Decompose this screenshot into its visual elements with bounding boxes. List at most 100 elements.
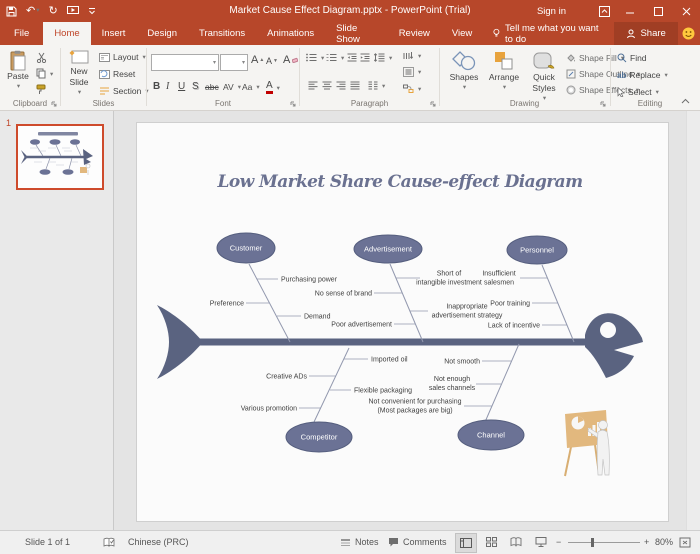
font-color-button[interactable]: A bbox=[266, 81, 280, 94]
slide-counter[interactable]: Slide 1 of 1 bbox=[25, 531, 70, 553]
cause-label[interactable]: Flexible packaging bbox=[354, 388, 412, 395]
normal-view-button[interactable] bbox=[455, 533, 477, 553]
align-text-icon[interactable] bbox=[403, 67, 421, 77]
justify-icon[interactable] bbox=[350, 81, 360, 90]
drawing-dialog-launcher-icon[interactable] bbox=[600, 101, 606, 107]
maximize-button[interactable] bbox=[644, 0, 672, 22]
redo-icon[interactable]: ↻ bbox=[48, 6, 57, 17]
save-icon[interactable] bbox=[6, 6, 17, 17]
select-button[interactable]: Select bbox=[617, 87, 659, 97]
text-direction-icon[interactable] bbox=[403, 51, 421, 61]
fish-tail[interactable] bbox=[157, 305, 203, 379]
cause-label[interactable]: Not enough bbox=[434, 376, 470, 383]
arrange-button[interactable]: Arrange bbox=[486, 50, 522, 91]
cause-label[interactable]: intangible investment bbox=[416, 280, 482, 287]
minimize-button[interactable] bbox=[616, 0, 644, 22]
zoom-out-button[interactable]: − bbox=[556, 531, 561, 553]
diagram-title[interactable]: Low Market Share Cause-effect Diagram bbox=[217, 172, 583, 192]
text-shadow-button[interactable]: S bbox=[192, 81, 199, 92]
cause-label[interactable]: Not smooth bbox=[444, 359, 480, 366]
cause-label[interactable]: advertisement strategy bbox=[432, 313, 503, 320]
tab-insert[interactable]: Insert bbox=[91, 22, 137, 45]
format-painter-icon[interactable] bbox=[36, 84, 47, 95]
replace-button[interactable]: ab Replace bbox=[617, 70, 668, 80]
feedback-smiley-icon[interactable] bbox=[678, 22, 700, 45]
increase-indent-icon[interactable] bbox=[360, 53, 370, 62]
category-label[interactable]: Customer bbox=[230, 244, 263, 253]
close-button[interactable] bbox=[672, 0, 700, 22]
cause-label[interactable]: Demand bbox=[304, 314, 331, 321]
fit-slide-to-window-icon[interactable] bbox=[679, 531, 691, 553]
section-button[interactable]: Section bbox=[99, 86, 149, 96]
underline-button[interactable]: U bbox=[178, 81, 185, 92]
decrease-indent-icon[interactable] bbox=[347, 53, 357, 62]
fish-head[interactable] bbox=[585, 313, 643, 378]
share-button[interactable]: Share bbox=[614, 22, 677, 45]
grow-font-button[interactable]: A▲ bbox=[251, 54, 264, 66]
slide-sorter-view-button[interactable] bbox=[481, 533, 501, 551]
cause-label[interactable]: Lack of incentive bbox=[488, 323, 540, 330]
change-case-button[interactable]: Aa bbox=[242, 82, 260, 92]
cause-label[interactable]: salesmen bbox=[484, 280, 514, 287]
category-label[interactable]: Channel bbox=[477, 431, 505, 440]
clipboard-dialog-launcher-icon[interactable] bbox=[51, 101, 57, 107]
cause-label[interactable]: Imported oil bbox=[371, 357, 408, 364]
category-label[interactable]: Advertisement bbox=[364, 245, 413, 254]
shapes-button[interactable]: Shapes bbox=[446, 50, 482, 91]
zoom-slider[interactable] bbox=[568, 542, 640, 543]
cause-label[interactable]: Inappropriate bbox=[446, 304, 487, 311]
tab-review[interactable]: Review bbox=[388, 22, 441, 45]
new-slide-button[interactable]: New Slide bbox=[64, 50, 94, 96]
font-size-combobox[interactable] bbox=[220, 54, 248, 71]
shrink-font-button[interactable]: A▼ bbox=[266, 56, 278, 66]
tab-animations[interactable]: Animations bbox=[256, 22, 325, 45]
cause-label[interactable]: Short of bbox=[437, 271, 462, 278]
customize-qat-icon[interactable] bbox=[88, 7, 96, 16]
cause-label[interactable]: (Most packages are big) bbox=[377, 408, 452, 415]
italic-button[interactable]: I bbox=[166, 81, 169, 92]
language-indicator[interactable]: Chinese (PRC) bbox=[128, 531, 189, 553]
notes-button[interactable]: Notes bbox=[340, 531, 379, 553]
spell-check-icon[interactable] bbox=[103, 531, 115, 553]
character-spacing-button[interactable]: AV bbox=[223, 82, 241, 92]
cause-label[interactable]: Purchasing power bbox=[281, 277, 338, 284]
ribbon-display-options-icon[interactable] bbox=[592, 0, 616, 22]
undo-icon[interactable]: ↶ bbox=[26, 6, 39, 17]
cause-label[interactable]: Preference bbox=[210, 301, 244, 308]
line-spacing-icon[interactable] bbox=[374, 53, 392, 62]
vertical-scrollbar[interactable] bbox=[686, 111, 700, 530]
collapse-ribbon-icon[interactable] bbox=[681, 98, 690, 104]
tell-me-box[interactable]: Tell me what you want to do bbox=[483, 22, 614, 45]
align-left-icon[interactable] bbox=[308, 81, 318, 90]
slide-canvas[interactable]: Low Market Share Cause-effect Diagram bbox=[136, 122, 669, 522]
zoom-level[interactable]: 80% bbox=[655, 531, 673, 553]
tab-design[interactable]: Design bbox=[136, 22, 188, 45]
cause-label[interactable]: Poor training bbox=[490, 301, 530, 308]
cause-label[interactable]: Creative ADs bbox=[266, 374, 307, 381]
zoom-slider-thumb[interactable] bbox=[591, 538, 594, 547]
find-button[interactable]: Find bbox=[617, 53, 647, 63]
paragraph-dialog-launcher-icon[interactable] bbox=[430, 101, 436, 107]
reset-button[interactable]: Reset bbox=[99, 69, 135, 79]
presenter-clipart[interactable] bbox=[565, 410, 609, 476]
cause-label[interactable]: sales channels bbox=[429, 385, 476, 392]
align-right-icon[interactable] bbox=[336, 81, 346, 90]
columns-icon[interactable] bbox=[368, 81, 385, 90]
align-center-icon[interactable] bbox=[322, 81, 332, 90]
reading-view-button[interactable] bbox=[506, 533, 526, 551]
copy-icon[interactable] bbox=[36, 68, 53, 79]
strikethrough-button[interactable]: abc bbox=[205, 82, 219, 92]
paste-button[interactable]: Paste bbox=[4, 50, 32, 90]
tab-file[interactable]: File bbox=[0, 22, 43, 45]
sign-in-link[interactable]: Sign in bbox=[537, 6, 566, 17]
bold-button[interactable]: B bbox=[153, 81, 160, 92]
cause-label[interactable]: Insufficient bbox=[482, 271, 515, 278]
cause-label[interactable]: Not convenient for purchasing bbox=[369, 399, 462, 406]
cause-label[interactable]: Poor advertisement bbox=[331, 322, 392, 329]
bullets-icon[interactable] bbox=[306, 53, 324, 62]
slide-editing-area[interactable]: Low Market Share Cause-effect Diagram bbox=[114, 111, 700, 530]
slide-show-button[interactable] bbox=[531, 533, 551, 551]
tab-transitions[interactable]: Transitions bbox=[188, 22, 256, 45]
tab-slide-show[interactable]: Slide Show bbox=[325, 22, 388, 45]
comments-button[interactable]: Comments bbox=[388, 531, 447, 553]
